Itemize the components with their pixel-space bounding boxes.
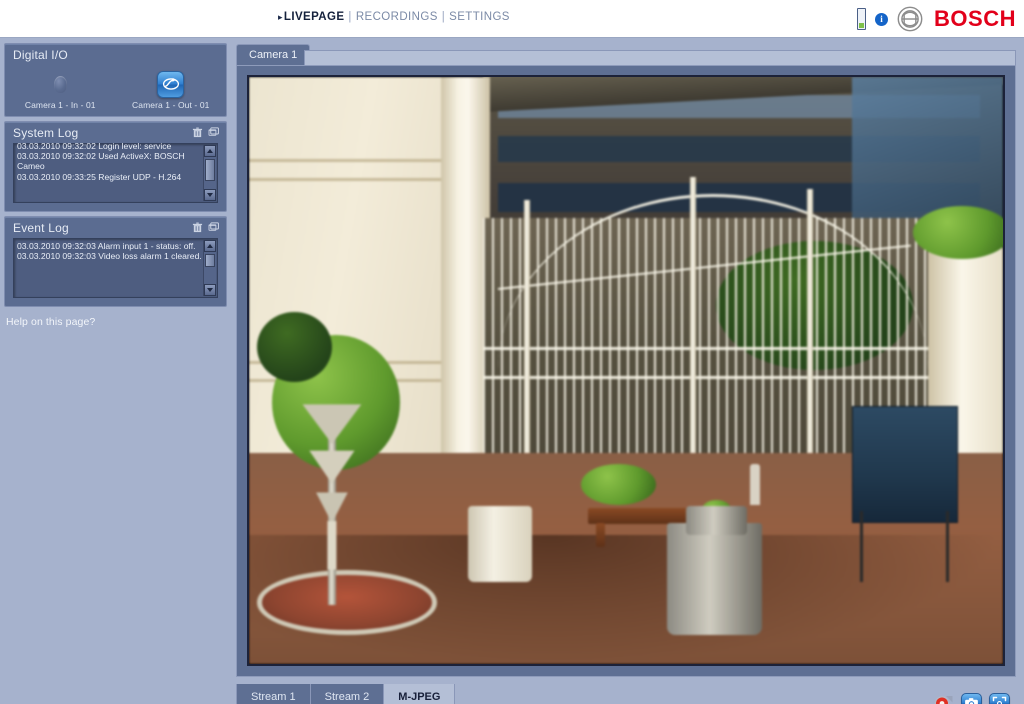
system-log-scrollbar[interactable] — [203, 145, 216, 201]
camera-tabbar: Camera 1 — [236, 44, 1016, 66]
tab-camera-1[interactable]: Camera 1 — [236, 44, 311, 65]
fullscreen-icon[interactable] — [989, 693, 1010, 704]
tabbar-filler — [304, 50, 1016, 66]
left-sidebar: Digital I/O Camera 1 - In - 01 Camera 1 … — [0, 39, 231, 704]
trash-icon[interactable] — [192, 127, 203, 138]
event-log-title-text: Event Log — [13, 221, 69, 235]
tab-stream-2[interactable]: Stream 2 — [310, 684, 385, 704]
event-log-text: 03.03.2010 09:32:03 Alarm input 1 - stat… — [17, 241, 202, 297]
nav-separator-2: | — [441, 11, 446, 23]
event-log-scrollbar[interactable] — [203, 240, 216, 296]
digital-io-input-1[interactable]: Camera 1 - In - 01 — [5, 69, 116, 110]
trash-icon[interactable] — [192, 222, 203, 233]
event-log-line-2: 03.03.2010 09:32:03 Video loss alarm 1 c… — [17, 251, 202, 262]
system-log-line-2: 03.03.2010 09:32:02 Used ActiveX: BOSCH … — [17, 151, 185, 172]
event-log-scroll-thumb[interactable] — [205, 254, 215, 267]
nav-item-recordings[interactable]: RECORDINGS — [356, 11, 438, 23]
app-header: ▸LIVEPAGE | RECORDINGS | SETTINGS i BOSCH — [0, 0, 1024, 38]
video-action-buttons — [933, 693, 1010, 704]
digital-io-input-1-label: Camera 1 - In - 01 — [24, 100, 96, 110]
info-icon[interactable]: i — [875, 12, 889, 26]
stream-tabs: Stream 1 Stream 2 M-JPEG — [236, 684, 456, 704]
event-log-scroll-down-button[interactable] — [204, 284, 216, 296]
main-navigation: ▸LIVEPAGE | RECORDINGS | SETTINGS — [278, 11, 510, 23]
system-log-scroll-thumb[interactable] — [205, 159, 215, 181]
system-log-text: 03.03.2010 09:32:02 Login level: service… — [17, 141, 202, 202]
header-icon-group: i BOSCH — [857, 4, 1016, 34]
relay-output-icon[interactable] — [157, 70, 185, 98]
nav-separator-1: | — [348, 11, 352, 23]
system-log-box[interactable]: 03.03.2010 09:32:02 Login level: service… — [13, 141, 218, 203]
popout-window-icon[interactable] — [208, 222, 219, 233]
video-viewport[interactable] — [247, 75, 1005, 666]
snapshot-camera-icon[interactable] — [961, 693, 982, 704]
nav-item-settings[interactable]: SETTINGS — [449, 11, 510, 23]
digital-io-output-1-label: Camera 1 - Out - 01 — [132, 100, 210, 110]
system-log-panel: System Log 03.03.2010 09:32:02 Login lev… — [4, 121, 227, 212]
popout-window-icon[interactable] — [208, 127, 219, 138]
tab-mjpeg[interactable]: M-JPEG — [384, 684, 456, 704]
nav-item-livepage[interactable]: LIVEPAGE — [284, 11, 345, 23]
event-log-line-1: 03.03.2010 09:32:03 Alarm input 1 - stat… — [17, 241, 196, 251]
event-log-panel: Event Log 03.03.2010 09:32:03 Alarm inpu… — [4, 216, 227, 307]
digital-io-output-1[interactable]: Camera 1 - Out - 01 — [116, 69, 227, 110]
tab-stream-1[interactable]: Stream 1 — [236, 684, 311, 704]
event-log-tools — [192, 222, 219, 233]
help-on-this-page-link[interactable]: Help on this page? — [6, 316, 95, 328]
active-nav-arrow-icon: ▸ — [278, 12, 283, 22]
livepage-app: ▸LIVEPAGE | RECORDINGS | SETTINGS i BOSCH Di… — [0, 0, 1024, 704]
main-content: Camera 1 Stream 1 Stream 2 M-JPEG — [231, 39, 1024, 704]
system-log-scroll-down-button[interactable] — [204, 189, 216, 201]
battery-icon — [857, 8, 867, 30]
digital-io-title: Digital I/O — [13, 48, 68, 62]
live-video-image — [249, 77, 1003, 664]
digital-io-panel: Digital I/O Camera 1 - In - 01 Camera 1 … — [4, 43, 227, 117]
system-log-line-3: 03.03.2010 09:33:25 Register UDP - H.264 — [17, 171, 182, 182]
system-log-title: System Log — [5, 122, 226, 143]
bosch-wordmark: BOSCH — [934, 6, 1016, 31]
event-log-box[interactable]: 03.03.2010 09:32:03 Alarm input 1 - stat… — [13, 238, 218, 298]
relay-glyph-icon — [162, 77, 179, 90]
event-log-title: Event Log — [5, 217, 226, 238]
event-log-scroll-up-button[interactable] — [204, 240, 216, 252]
input-indicator-icon — [53, 75, 67, 93]
video-frame — [236, 65, 1016, 677]
bosch-emblem-icon — [897, 6, 923, 32]
recording-indicator-icon[interactable] — [933, 693, 954, 704]
system-log-title-text: System Log — [13, 126, 79, 140]
system-log-scroll-up-button[interactable] — [204, 145, 216, 157]
system-log-line-1: 03.03.2010 09:32:02 Login level: service — [17, 141, 172, 151]
system-log-tools — [192, 127, 219, 138]
